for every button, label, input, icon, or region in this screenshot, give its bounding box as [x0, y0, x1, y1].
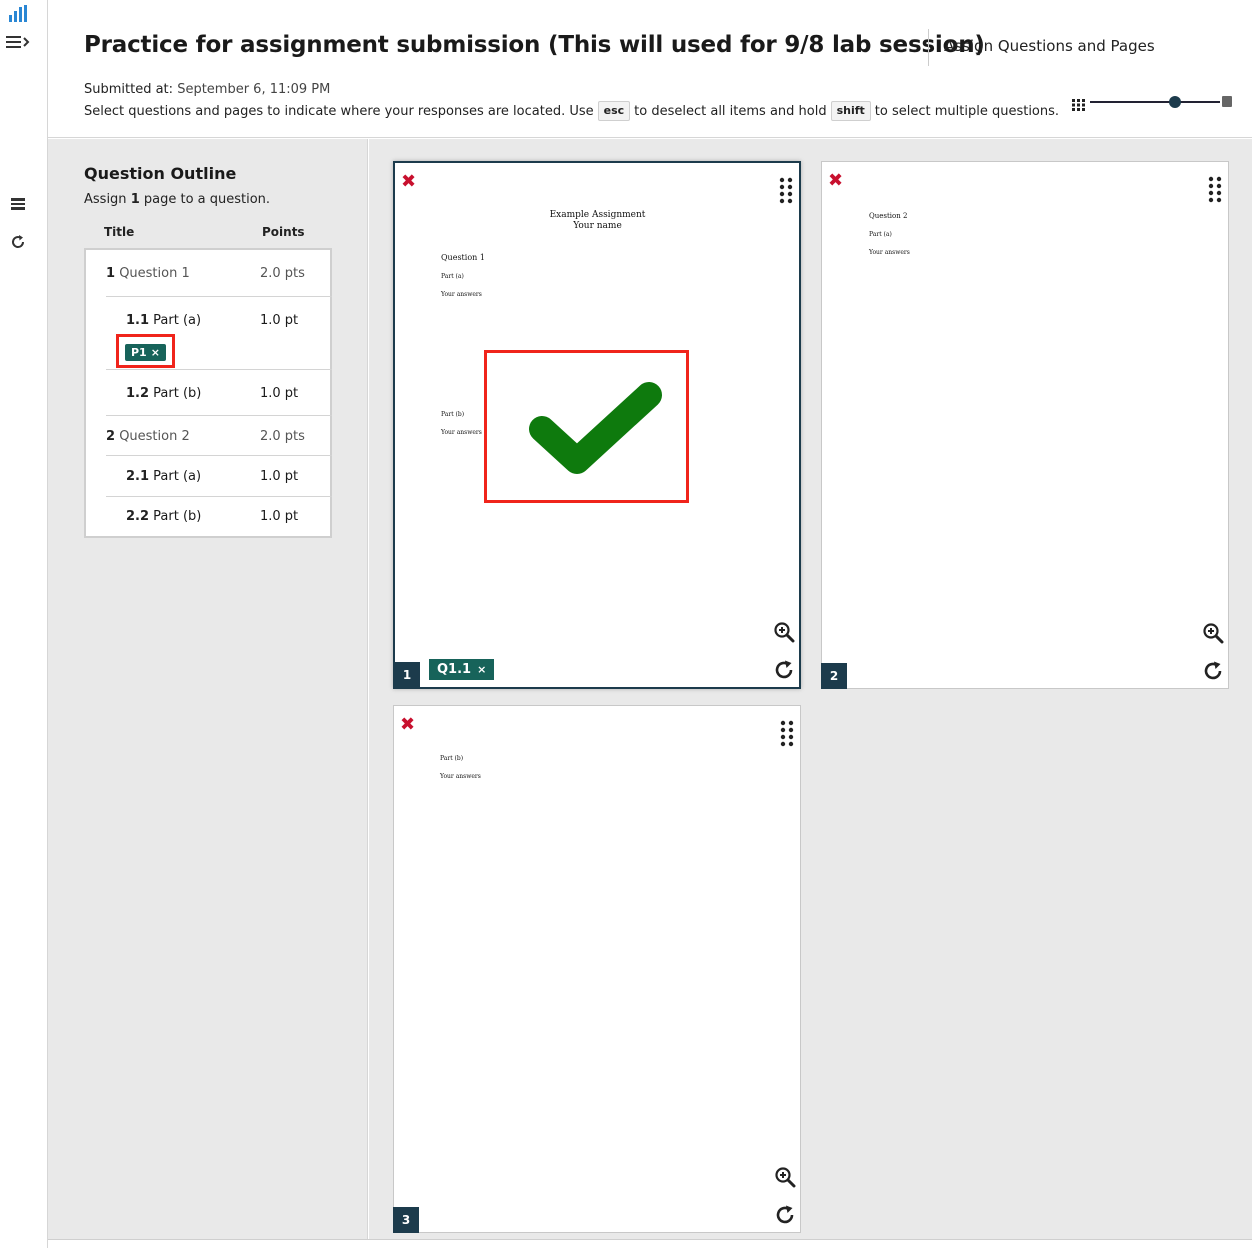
page-pill-label: P1: [131, 346, 147, 359]
check-highlight: [484, 350, 689, 503]
zoom-handle[interactable]: [1168, 96, 1181, 108]
question-number: 2: [106, 429, 116, 444]
grid-icon: [1072, 96, 1086, 115]
submitted-value: September 6, 11:09 PM: [177, 82, 331, 97]
zoom-in-icon[interactable]: [773, 621, 795, 643]
instructions: Select questions and pages to indicate w…: [84, 101, 1059, 121]
list-icon[interactable]: [7, 194, 29, 214]
checkmark-icon: [529, 382, 662, 474]
instructions-text-1: Select questions and pages to indicate w…: [84, 103, 594, 119]
question-points: 2.0 pts: [260, 429, 305, 444]
outline-hint: Assign 1 page to a question.: [84, 192, 270, 207]
question-label: Part (b): [153, 509, 202, 524]
doc-subtitle: Your name: [573, 221, 622, 231]
page-card[interactable]: ✖ Question 2 Part (a) Your answers 2: [821, 161, 1229, 689]
instructions-text-3: to select multiple questions.: [874, 103, 1060, 119]
esc-key: esc: [597, 101, 631, 121]
question-points: 2.0 pts: [260, 266, 305, 281]
close-icon[interactable]: ✖: [828, 172, 843, 190]
rotate-icon[interactable]: [774, 1204, 796, 1226]
outline-heading: Question Outline: [84, 164, 237, 183]
left-rail: [0, 0, 48, 1248]
doc-part: Part (b): [441, 411, 465, 418]
question-points: 1.0 pt: [260, 386, 299, 401]
menu-expand-icon[interactable]: [6, 32, 32, 52]
doc-answers: Your answers: [440, 773, 481, 780]
doc-question: Question 1: [441, 253, 485, 262]
column-points: Points: [262, 225, 305, 239]
shift-key: shift: [830, 101, 871, 121]
doc-part: Part (b): [440, 755, 464, 762]
column-title: Title: [104, 225, 135, 239]
question-outline-panel: Question Outline Assign 1 page to a ques…: [48, 139, 368, 1239]
question-label: Part (a): [153, 313, 202, 328]
rotate-icon[interactable]: [773, 659, 795, 681]
zoom-in-icon[interactable]: [774, 1166, 796, 1188]
question-row[interactable]: 1.2 Part (b) 1.0 pt: [106, 370, 332, 416]
header-divider: [928, 29, 929, 66]
doc-part: Part (a): [441, 273, 464, 280]
pages-workspace: ✖ Example Assignment Your name Question …: [369, 139, 1252, 1239]
hint-count: 1: [130, 192, 140, 207]
zoom-max-icon: [1222, 96, 1232, 107]
doc-answers: Your answers: [441, 291, 482, 298]
doc-answers: Your answers: [441, 429, 482, 436]
doc-question: Question 2: [869, 212, 908, 220]
question-tag-label: Q1.1: [437, 662, 472, 677]
question-label: Part (b): [153, 386, 202, 401]
question-number: 2.2: [126, 509, 150, 524]
close-icon[interactable]: ✖: [400, 716, 415, 734]
doc-answers: Your answers: [869, 249, 910, 256]
submitted-label: Submitted at:: [84, 82, 174, 97]
hint-post: page to a question.: [143, 192, 271, 207]
hint-pre: Assign: [84, 192, 127, 207]
bottom-divider: [48, 1239, 1252, 1240]
question-number: 1.2: [126, 386, 150, 401]
close-icon[interactable]: ×: [477, 663, 486, 676]
pill-highlight: P1 ×: [116, 334, 175, 368]
page-card[interactable]: ✖ Example Assignment Your name Question …: [393, 161, 801, 689]
close-icon[interactable]: ×: [151, 346, 160, 359]
doc-part: Part (a): [869, 231, 892, 238]
drag-handle-icon[interactable]: [1208, 176, 1222, 204]
question-row[interactable]: 1 Question 1 2.0 pts: [106, 250, 332, 297]
doc-title-text: Example Assignment: [549, 210, 646, 220]
page-title: Practice for assignment submission (This…: [84, 32, 985, 58]
assign-title: Assign Questions and Pages: [944, 37, 1155, 55]
page-pill[interactable]: P1 ×: [125, 344, 166, 361]
rotate-icon[interactable]: [1202, 660, 1224, 682]
question-number: 2.1: [126, 469, 150, 484]
page-number: 3: [393, 1207, 419, 1233]
close-icon[interactable]: ✖: [401, 173, 416, 191]
page-card[interactable]: ✖ Part (b) Your answers 3: [393, 705, 801, 1233]
zoom-slider[interactable]: [1072, 92, 1232, 112]
zoom-in-icon[interactable]: [1202, 622, 1224, 644]
instructions-text-2: to deselect all items and hold: [634, 103, 827, 119]
question-points: 1.0 pt: [260, 509, 299, 524]
question-row[interactable]: 2.1 Part (a) 1.0 pt: [106, 456, 332, 497]
submitted-at: Submitted at: September 6, 11:09 PM: [84, 82, 330, 97]
question-row[interactable]: 2 Question 2 2.0 pts: [106, 416, 332, 456]
question-number: 1: [106, 266, 116, 281]
drag-handle-icon[interactable]: [779, 177, 793, 205]
page-number: 2: [821, 663, 847, 689]
drag-handle-icon[interactable]: [780, 720, 794, 748]
question-label: Question 1: [119, 266, 190, 281]
question-number: 1.1: [126, 313, 150, 328]
question-label: Part (a): [153, 469, 202, 484]
doc-title: Example Assignment Your name: [535, 210, 660, 232]
question-label: Question 2: [119, 429, 190, 444]
question-table: 1 Question 1 2.0 pts 1.1 Part (a) 1.0 pt…: [84, 248, 332, 538]
question-points: 1.0 pt: [260, 313, 299, 328]
question-row[interactable]: 2.2 Part (b) 1.0 pt: [106, 497, 332, 536]
zoom-track[interactable]: [1090, 101, 1220, 103]
page-number: 1: [394, 662, 420, 688]
stats-icon[interactable]: [7, 4, 29, 24]
page-header: Practice for assignment submission (This…: [48, 0, 1252, 138]
question-tag[interactable]: Q1.1 ×: [429, 659, 495, 680]
app: Practice for assignment submission (This…: [0, 0, 1252, 1248]
question-points: 1.0 pt: [260, 469, 299, 484]
refresh-icon[interactable]: [7, 232, 29, 252]
